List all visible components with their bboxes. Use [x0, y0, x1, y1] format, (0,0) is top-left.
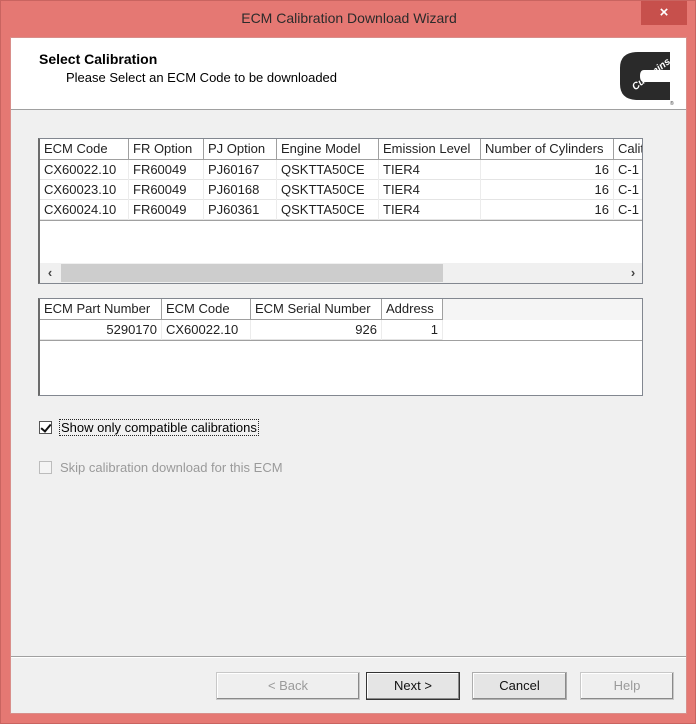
- cell-pj-option: PJ60167: [204, 160, 277, 180]
- cell-fr-option: FR60049: [129, 200, 204, 220]
- wizard-header: Select Calibration Please Select an ECM …: [11, 38, 686, 110]
- column-header-address[interactable]: Address: [382, 299, 443, 320]
- cummins-logo-icon: Cummins ®: [620, 52, 674, 106]
- show-compatible-checkbox[interactable]: Show only compatible calibrations: [39, 419, 259, 436]
- cell-ecm-part-number: 5290170: [40, 320, 162, 340]
- column-header-ecm-serial-number[interactable]: ECM Serial Number: [251, 299, 382, 320]
- page-title: Select Calibration: [39, 51, 158, 67]
- checkbox-checked-icon[interactable]: [39, 421, 52, 434]
- next-button[interactable]: Next >: [366, 672, 460, 700]
- column-header-filler: [443, 299, 642, 320]
- cell-ecm-code: CX60023.10: [40, 180, 129, 200]
- column-header-number-of-cylinders[interactable]: Number of Cylinders: [481, 139, 614, 160]
- ecm-table[interactable]: ECM Part Number ECM Code ECM Serial Numb…: [38, 298, 643, 396]
- checkbox-unchecked-icon[interactable]: [39, 461, 52, 474]
- window-title: ECM Calibration Download Wizard: [241, 10, 457, 26]
- cell-cylinders: 16: [481, 160, 614, 180]
- skip-download-checkbox[interactable]: Skip calibration download for this ECM: [39, 460, 283, 475]
- table-row[interactable]: CX60023.10 FR60049 PJ60168 QSKTTA50CE TI…: [40, 180, 642, 200]
- cell-ecm-code: CX60024.10: [40, 200, 129, 220]
- title-bar: ECM Calibration Download Wizard ×: [1, 1, 696, 37]
- cell-address: 1: [382, 320, 443, 340]
- back-button[interactable]: < Back: [216, 672, 360, 700]
- horizontal-scrollbar[interactable]: ‹ ›: [40, 263, 642, 283]
- cell-ecm-code: CX60022.10: [40, 160, 129, 180]
- rows-bottom-border: [40, 340, 642, 341]
- column-header-ecm-code[interactable]: ECM Code: [40, 139, 129, 160]
- table-row[interactable]: CX60024.10 FR60049 PJ60361 QSKTTA50CE TI…: [40, 200, 642, 220]
- column-header-engine-model[interactable]: Engine Model: [277, 139, 379, 160]
- cell-engine-model: QSKTTA50CE: [277, 180, 379, 200]
- cell-ecm-code: CX60022.10: [162, 320, 251, 340]
- scrollbar-thumb[interactable]: [61, 264, 443, 282]
- column-header-calibration[interactable]: Calit: [614, 139, 642, 160]
- cancel-button[interactable]: Cancel: [472, 672, 567, 700]
- cell-pj-option: PJ60361: [204, 200, 277, 220]
- cell-cylinders: 16: [481, 180, 614, 200]
- close-icon[interactable]: ×: [641, 1, 687, 25]
- cell-emission-level: TIER4: [379, 160, 481, 180]
- cell-calibration: C-1: [614, 180, 642, 200]
- cell-fr-option: FR60049: [129, 180, 204, 200]
- column-header-emission-level[interactable]: Emission Level: [379, 139, 481, 160]
- cell-emission-level: TIER4: [379, 200, 481, 220]
- cell-emission-level: TIER4: [379, 180, 481, 200]
- cell-pj-option: PJ60168: [204, 180, 277, 200]
- cell-engine-model: QSKTTA50CE: [277, 160, 379, 180]
- svg-text:®: ®: [670, 100, 674, 106]
- column-header-fr-option[interactable]: FR Option: [129, 139, 204, 160]
- footer-divider: [11, 656, 686, 657]
- table-row[interactable]: 5290170 CX60022.10 926 1: [40, 320, 443, 340]
- calibrations-table[interactable]: ECM Code FR Option PJ Option Engine Mode…: [38, 138, 643, 284]
- column-header-ecm-code[interactable]: ECM Code: [162, 299, 251, 320]
- cell-engine-model: QSKTTA50CE: [277, 200, 379, 220]
- calibrations-table-header: ECM Code FR Option PJ Option Engine Mode…: [40, 139, 642, 160]
- skip-download-label[interactable]: Skip calibration download for this ECM: [60, 460, 283, 475]
- show-compatible-label[interactable]: Show only compatible calibrations: [59, 419, 259, 436]
- column-header-ecm-part-number[interactable]: ECM Part Number: [40, 299, 162, 320]
- page-subtitle: Please Select an ECM Code to be download…: [66, 70, 338, 85]
- scroll-right-icon[interactable]: ›: [623, 263, 642, 283]
- wizard-client-area: Select Calibration Please Select an ECM …: [10, 37, 687, 714]
- cell-ecm-serial-number: 926: [251, 320, 382, 340]
- cell-calibration: C-1: [614, 200, 642, 220]
- column-header-pj-option[interactable]: PJ Option: [204, 139, 277, 160]
- cell-calibration: C-1: [614, 160, 642, 180]
- rows-bottom-border: [40, 220, 642, 221]
- cell-cylinders: 16: [481, 200, 614, 220]
- table-row[interactable]: CX60022.10 FR60049 PJ60167 QSKTTA50CE TI…: [40, 160, 642, 180]
- help-button[interactable]: Help: [580, 672, 674, 700]
- cell-fr-option: FR60049: [129, 160, 204, 180]
- ecm-table-header: ECM Part Number ECM Code ECM Serial Numb…: [40, 299, 642, 320]
- scroll-left-icon[interactable]: ‹: [40, 263, 60, 283]
- wizard-window: ECM Calibration Download Wizard × Select…: [0, 0, 696, 724]
